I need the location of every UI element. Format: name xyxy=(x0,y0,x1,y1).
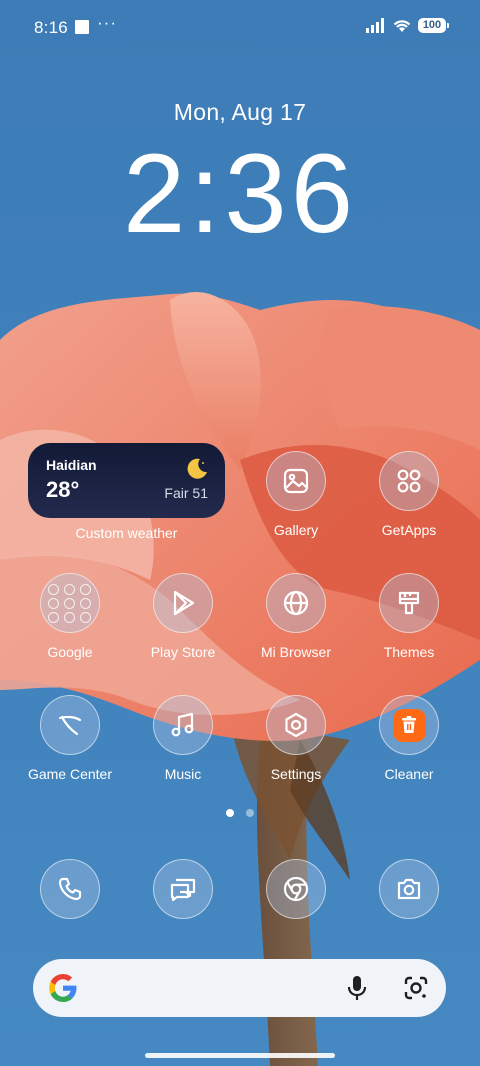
more-notifications-icon: ··· xyxy=(97,13,117,32)
play-store-icon xyxy=(153,573,213,633)
getapps-icon xyxy=(379,451,439,511)
app-settings[interactable]: Settings xyxy=(240,695,352,782)
app-label: Google xyxy=(47,644,93,660)
app-game-center[interactable]: Game Center xyxy=(14,695,126,782)
date-label: Mon, Aug 17 xyxy=(173,99,307,125)
app-themes[interactable]: Themes xyxy=(353,573,465,660)
google-search-bar[interactable] xyxy=(33,959,446,1017)
signal-icon xyxy=(366,18,384,33)
app-label: Music xyxy=(164,766,202,782)
gesture-navigation-handle[interactable] xyxy=(145,1053,335,1058)
status-time: 8:16 xyxy=(34,18,68,37)
page-indicator[interactable] xyxy=(246,809,254,817)
trash-icon xyxy=(392,708,426,742)
weather-condition: Fair 51 xyxy=(164,485,208,501)
moon-icon xyxy=(187,458,207,479)
camera-icon xyxy=(379,859,439,919)
weather-widget-label: Custom weather xyxy=(75,525,178,541)
app-google-folder[interactable]: Google xyxy=(14,573,126,660)
battery-icon: 100 xyxy=(418,18,449,33)
app-play-store[interactable]: Play Store xyxy=(127,573,239,660)
status-indicators: 100 xyxy=(366,18,449,33)
dock-phone[interactable] xyxy=(14,859,126,919)
weather-city: Haidian xyxy=(46,457,97,473)
google-lens-icon[interactable] xyxy=(403,975,429,1001)
gear-icon xyxy=(266,695,326,755)
app-mi-browser[interactable]: Mi Browser xyxy=(240,573,352,660)
weather-widget[interactable]: Haidian 28° Fair 51 xyxy=(28,443,225,518)
app-label: Mi Browser xyxy=(260,644,331,660)
app-label: Game Center xyxy=(27,766,113,782)
dock-messages[interactable] xyxy=(127,859,239,919)
dock-camera[interactable] xyxy=(353,859,465,919)
messages-icon xyxy=(153,859,213,919)
app-label: GetApps xyxy=(381,522,437,538)
app-label: Play Store xyxy=(150,644,216,660)
google-folder-icon xyxy=(40,573,100,633)
app-cleaner[interactable]: Cleaner xyxy=(353,695,465,782)
app-label: Themes xyxy=(383,644,435,660)
chrome-icon xyxy=(266,859,326,919)
music-icon xyxy=(153,695,213,755)
clock[interactable]: 2:36 xyxy=(0,134,480,254)
phone-icon xyxy=(40,859,100,919)
page-indicator-active[interactable] xyxy=(226,809,234,817)
cleaner-icon xyxy=(379,695,439,755)
app-music[interactable]: Music xyxy=(127,695,239,782)
gallery-icon xyxy=(266,451,326,511)
google-logo-icon xyxy=(49,974,77,1002)
app-label: Gallery xyxy=(273,522,319,538)
brush-icon xyxy=(379,573,439,633)
status-bar: 8:16 ··· 100 xyxy=(0,0,480,58)
notification-icon xyxy=(75,20,89,34)
weather-temperature: 28° xyxy=(46,477,80,502)
game-center-icon xyxy=(40,695,100,755)
dock-chrome[interactable] xyxy=(240,859,352,919)
globe-icon xyxy=(266,573,326,633)
app-label: Cleaner xyxy=(384,766,434,782)
microphone-icon[interactable] xyxy=(344,974,370,1002)
wifi-icon xyxy=(393,20,411,32)
app-gallery[interactable]: Gallery xyxy=(240,451,352,538)
app-label: Settings xyxy=(270,766,322,782)
app-getapps[interactable]: GetApps xyxy=(353,451,465,538)
